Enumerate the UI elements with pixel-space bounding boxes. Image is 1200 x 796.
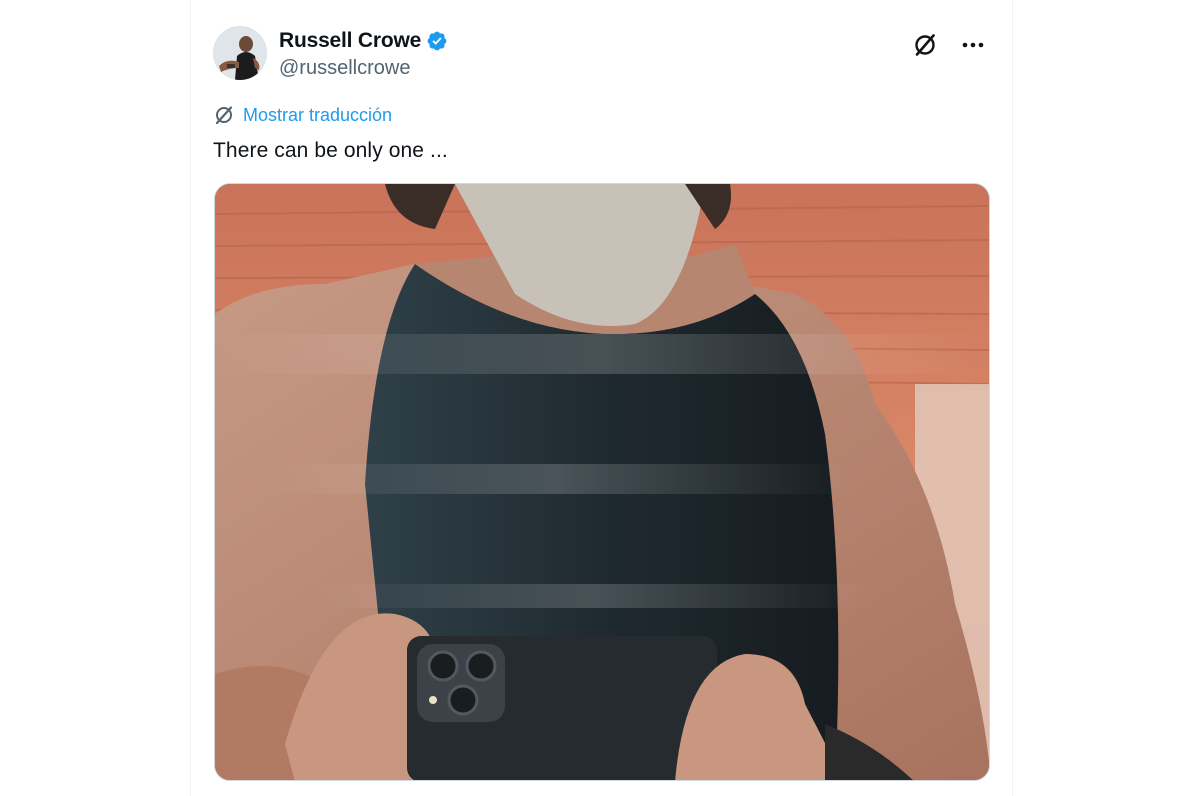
avatar-photo (213, 26, 267, 80)
verified-badge-icon (426, 30, 448, 52)
page: Russell Crowe @russellcrowe Mostrar trad… (0, 0, 1200, 796)
more-button[interactable] (954, 28, 992, 62)
grok-icon (915, 34, 935, 56)
more-dots-icon (962, 42, 984, 48)
grok-button[interactable] (906, 28, 944, 62)
mirror-selfie-photo (215, 184, 989, 780)
header-actions (906, 28, 992, 62)
author-names: Russell Crowe @russellcrowe (279, 28, 448, 80)
avatar[interactable] (213, 26, 267, 80)
tweet-header: Russell Crowe @russellcrowe (213, 26, 992, 82)
display-name[interactable]: Russell Crowe (279, 29, 421, 53)
tweet-card[interactable]: Russell Crowe @russellcrowe Mostrar trad… (190, 0, 1013, 796)
translate-row[interactable]: Mostrar traducción (213, 104, 392, 126)
handle[interactable]: @russellcrowe (279, 57, 448, 80)
tweet-photo[interactable] (214, 183, 990, 781)
translate-icon (213, 104, 235, 126)
tweet-text: There can be only one ... (213, 139, 448, 162)
display-name-row: Russell Crowe (279, 28, 448, 54)
show-translation-link[interactable]: Mostrar traducción (243, 105, 392, 126)
